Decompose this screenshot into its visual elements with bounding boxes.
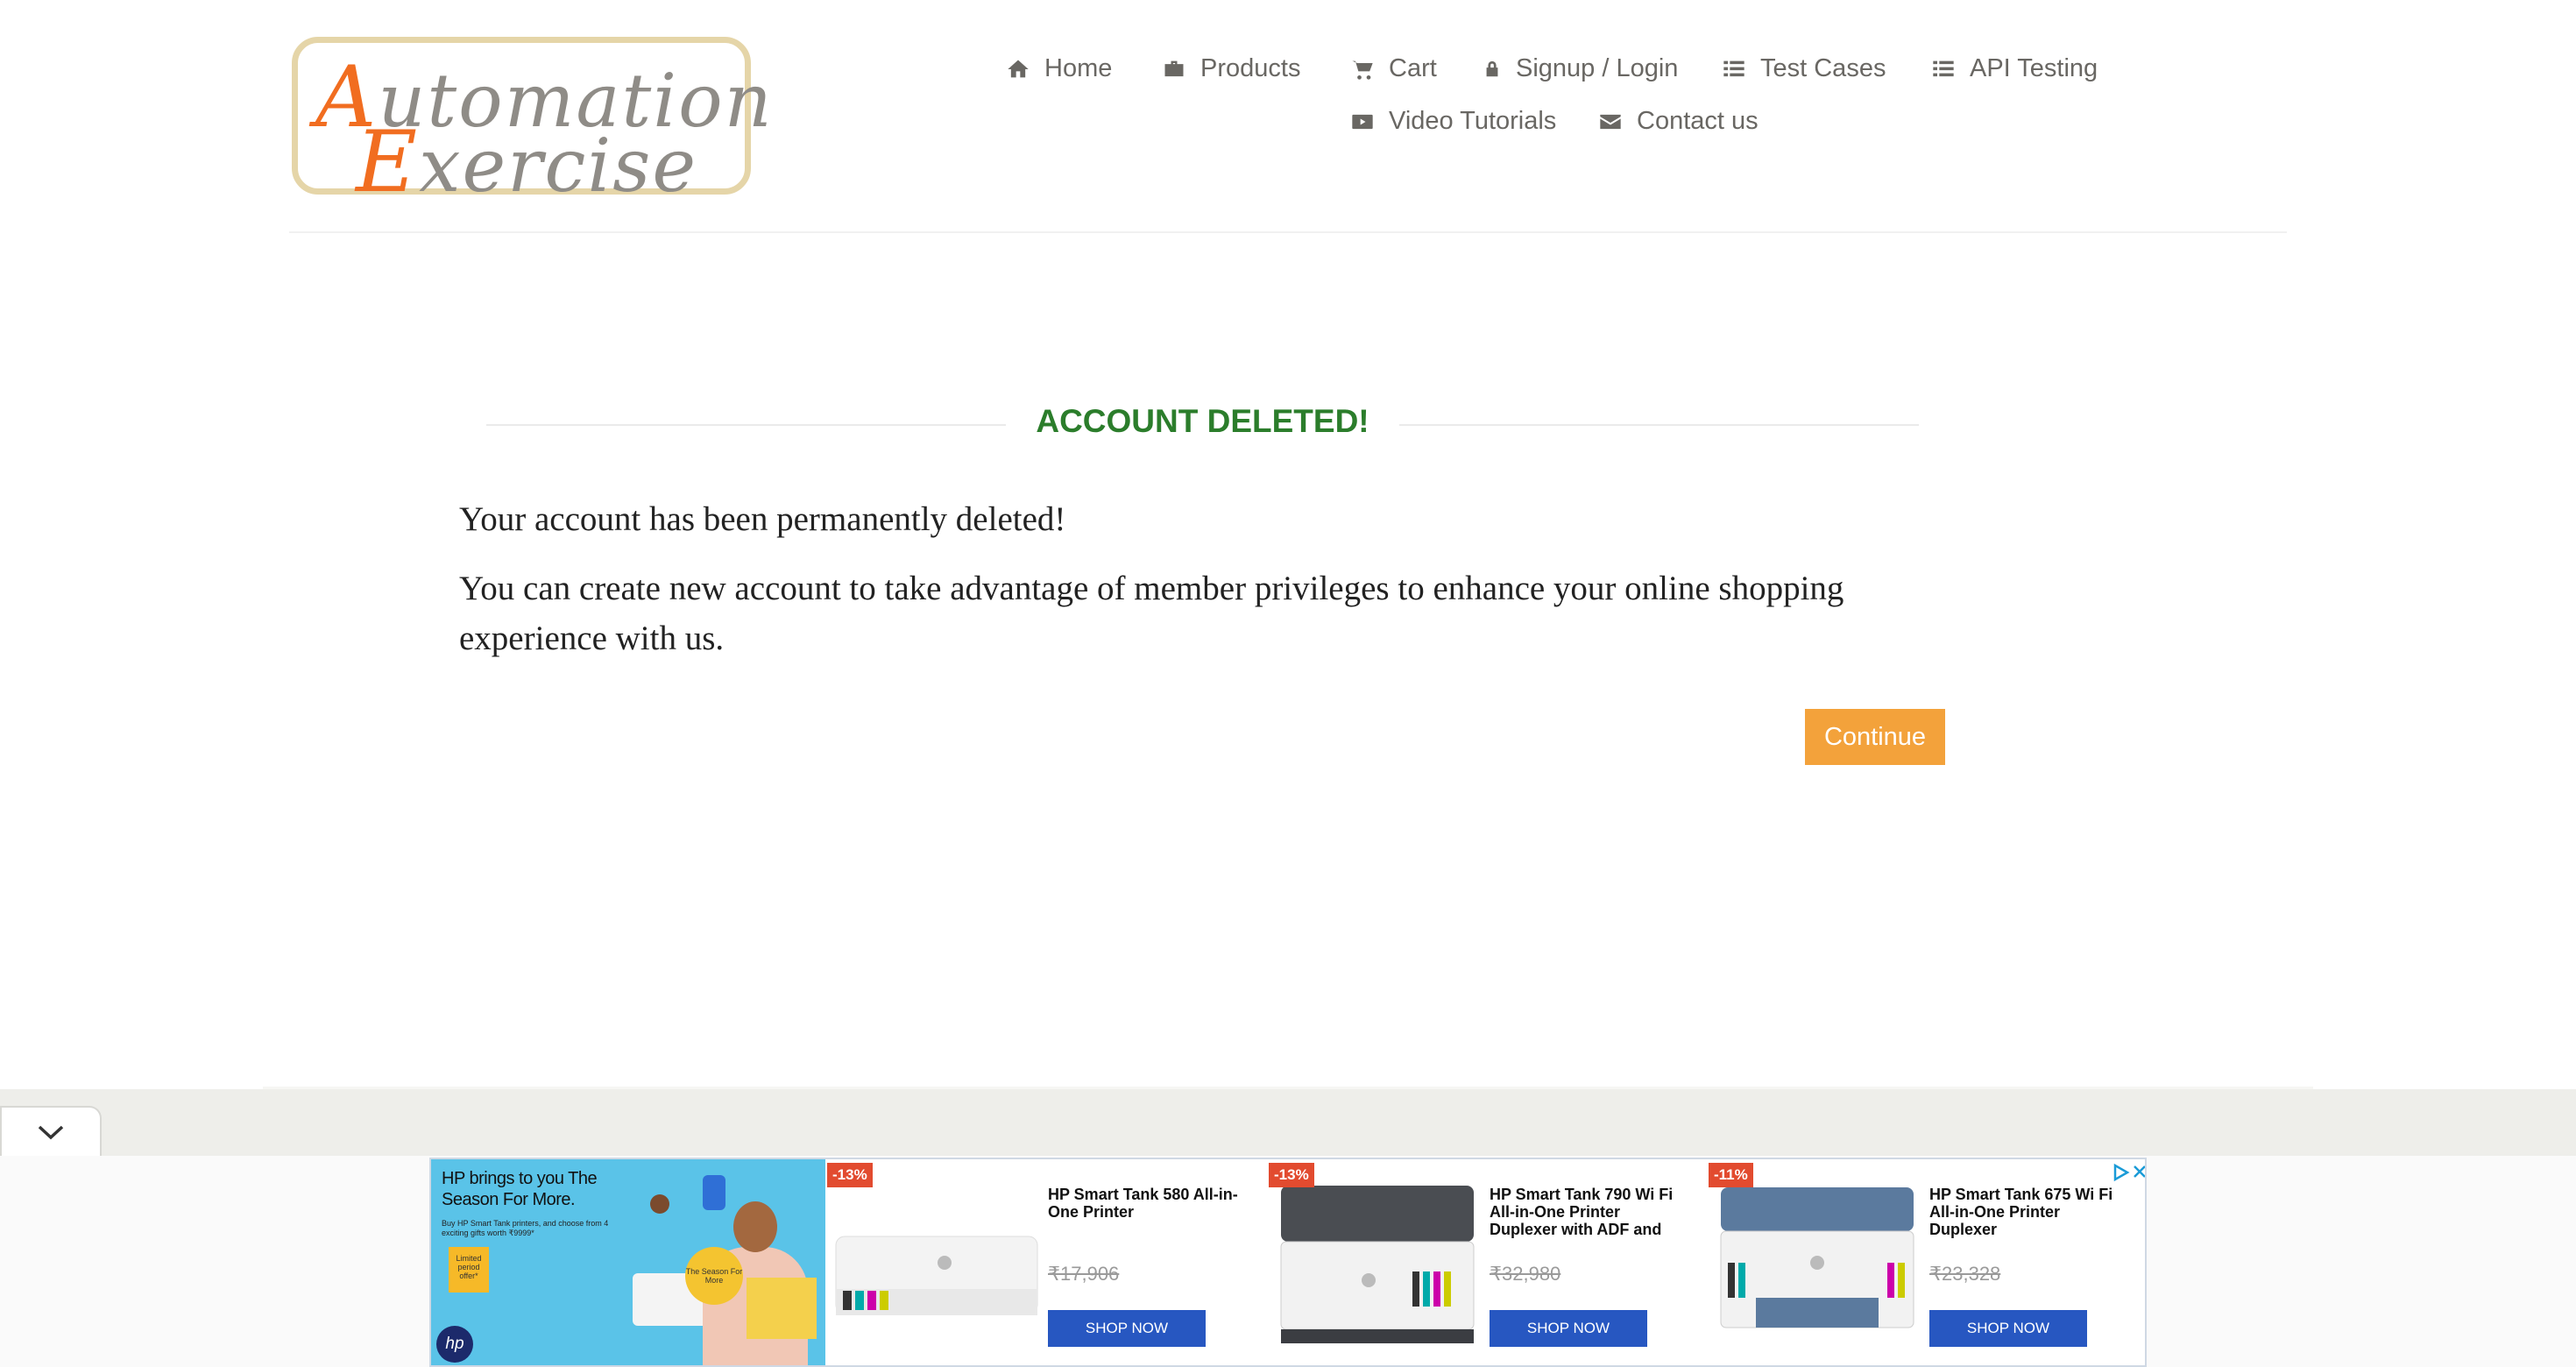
printer-image: [1720, 1187, 1914, 1328]
gift-box-image: [747, 1278, 817, 1339]
hp-logo: hp: [436, 1326, 473, 1363]
ad-hero-headline: HP brings to you The Season For More.: [442, 1169, 598, 1209]
ad-product[interactable]: -13% HP Smart Tank 580 All-in-One Printe…: [825, 1159, 1263, 1365]
nav-test-cases-label: Test Cases: [1760, 54, 1886, 82]
ad-season-tag: The Season For More: [685, 1247, 743, 1305]
continue-button[interactable]: Continue: [1805, 709, 1945, 765]
ad-product[interactable]: -13% HP Smart Tank 790 Wi Fi All-in-One …: [1267, 1159, 1705, 1365]
deleted-message: Your account has been permanently delete…: [459, 500, 1066, 538]
printer-image: [1280, 1186, 1475, 1343]
briefcase-icon: [1164, 60, 1184, 76]
product-name: HP Smart Tank 675 Wi Fi All-in-One Print…: [1929, 1186, 2113, 1238]
printer-image: [835, 1236, 1038, 1315]
envelope-icon: [1600, 114, 1621, 129]
ad-choices-icon[interactable]: [2112, 1163, 2131, 1182]
discount-badge: -13%: [827, 1163, 873, 1187]
nav-api-testing[interactable]: API Testing: [1931, 54, 2098, 83]
ad-offer-badge: Limited period offer*: [449, 1247, 489, 1293]
gift-image: [650, 1194, 669, 1214]
nav-cart[interactable]: Cart: [1350, 54, 1437, 83]
product-price: ₹32,980: [1490, 1263, 1561, 1285]
ad-collapse-band: [0, 1089, 2576, 1158]
luggage-image: [703, 1175, 725, 1210]
nav-video-tutorials-label: Video Tutorials: [1389, 107, 1557, 135]
nav-test-cases[interactable]: Test Cases: [1722, 54, 1886, 83]
nav-api-testing-label: API Testing: [1970, 54, 2098, 82]
main-nav: Home Products Cart Signup / Login Test C…: [0, 49, 2576, 163]
list-icon: [1723, 60, 1744, 76]
ad-hero[interactable]: HP brings to you The Season For More. Bu…: [431, 1159, 825, 1365]
product-name: HP Smart Tank 580 All-in-One Printer: [1048, 1186, 1238, 1221]
shop-now-button[interactable]: SHOP NOW: [1929, 1310, 2087, 1347]
account-deleted-heading: ACCOUNT DELETED!: [486, 403, 1919, 447]
ad-hero-subtext: Buy HP Smart Tank printers, and choose f…: [442, 1219, 609, 1237]
model-head-image: [733, 1201, 777, 1252]
nav-contact-us[interactable]: Contact us: [1598, 107, 1759, 136]
ad-banner[interactable]: HP brings to you The Season For More. Bu…: [429, 1158, 2147, 1367]
ad-product[interactable]: -11% HP Smart Tank 675 Wi Fi All-in-One …: [1707, 1159, 2145, 1365]
lock-icon: [1486, 60, 1498, 76]
nav-products[interactable]: Products: [1162, 54, 1300, 83]
nav-home-label: Home: [1044, 54, 1113, 82]
discount-badge: -13%: [1269, 1163, 1314, 1187]
home-icon: [1008, 60, 1029, 77]
shop-now-button[interactable]: SHOP NOW: [1490, 1310, 1647, 1347]
cart-icon: [1352, 60, 1373, 80]
chevron-down-icon: [38, 1125, 64, 1140]
nav-signup-login-label: Signup / Login: [1516, 54, 1679, 82]
discount-badge: -11%: [1709, 1163, 1753, 1187]
close-icon[interactable]: [2132, 1164, 2147, 1179]
page-title: ACCOUNT DELETED!: [486, 403, 1919, 440]
info-message: You can create new account to take advan…: [459, 570, 1844, 657]
nav-video-tutorials[interactable]: Video Tutorials: [1350, 107, 1556, 136]
nav-products-label: Products: [1200, 54, 1301, 82]
nav-contact-us-label: Contact us: [1637, 107, 1759, 135]
product-name: HP Smart Tank 790 Wi Fi All-in-One Print…: [1490, 1186, 1674, 1238]
header-divider: [289, 231, 2287, 233]
list-icon: [1933, 60, 1954, 76]
product-price: ₹23,328: [1929, 1263, 2001, 1285]
shop-now-button[interactable]: SHOP NOW: [1048, 1310, 1206, 1347]
youtube-play-icon: [1352, 114, 1373, 129]
nav-home[interactable]: Home: [1006, 54, 1112, 83]
nav-cart-label: Cart: [1389, 54, 1437, 82]
nav-signup-login[interactable]: Signup / Login: [1483, 54, 1678, 83]
product-price: ₹17,906: [1048, 1263, 1120, 1285]
ad-collapse-toggle[interactable]: [0, 1106, 102, 1157]
